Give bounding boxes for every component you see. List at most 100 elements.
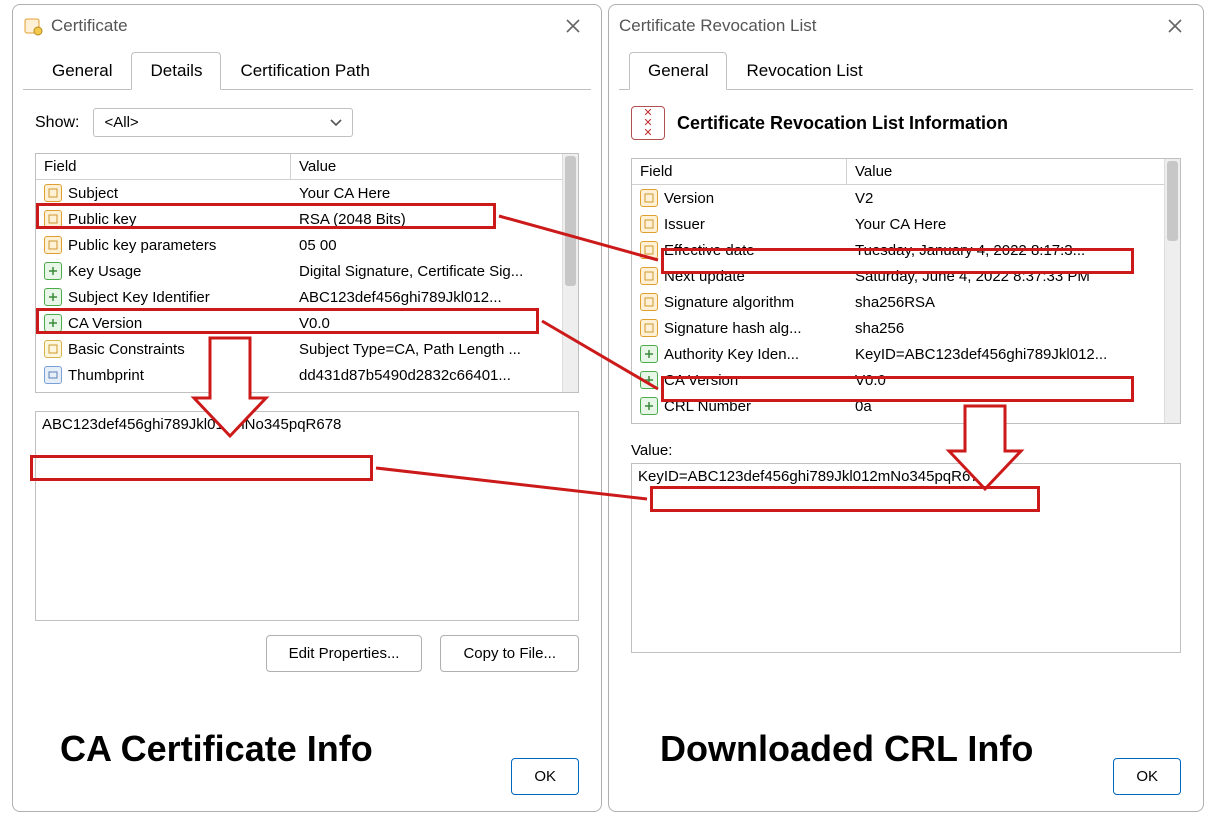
titlebar: Certificate Revocation List [609, 5, 1203, 47]
field-list[interactable]: Field Value VersionV2IssuerYour CA HereE… [631, 158, 1181, 424]
field-name: Authority Key Iden... [664, 346, 799, 363]
table-row[interactable]: Public key parameters05 00 [36, 232, 578, 258]
ok-button[interactable]: OK [511, 758, 579, 795]
table-row[interactable]: CA Version V0.0 [36, 310, 578, 336]
tab-general[interactable]: General [33, 52, 131, 90]
field-value: 05 00 [291, 233, 578, 258]
table-row[interactable]: Issuer Your CA Here [632, 211, 1180, 237]
table-row[interactable]: CRL Number0a [632, 393, 1180, 417]
chevron-down-icon [330, 114, 342, 131]
header-field[interactable]: Field [36, 154, 291, 179]
table-row[interactable]: Signature hash alg... sha256 [632, 315, 1180, 341]
table-row[interactable]: Public keyRSA (2048 Bits) [36, 206, 578, 232]
show-filter-row: Show: <All> [35, 108, 579, 137]
close-button[interactable] [553, 11, 593, 41]
field-value: Tuesday, January 4, 2022 8:17:3... [847, 238, 1180, 263]
copy-to-file-button[interactable]: Copy to File... [440, 635, 579, 672]
close-button[interactable] [1155, 11, 1195, 41]
field-type-icon [640, 189, 658, 207]
field-name: Signature algorithm [664, 294, 794, 311]
table-row[interactable]: VersionV2 [632, 185, 1180, 211]
table-row[interactable]: Subject Your CA Here [36, 180, 578, 206]
field-name: Effective date [664, 242, 755, 259]
field-value: Digital Signature, Certificate Sig... [291, 259, 578, 284]
field-type-icon [44, 184, 62, 202]
show-dropdown[interactable]: <All> [93, 108, 353, 137]
table-row[interactable]: Next update Saturday, June 4, 2022 8:37:3… [632, 263, 1180, 289]
field-type-icon [44, 288, 62, 306]
show-label: Show: [35, 114, 79, 132]
certificate-dialog: Certificate General Details Certificatio… [12, 4, 602, 812]
field-type-icon [44, 262, 62, 280]
crl-info-header: ✕✕✕ Certificate Revocation List Informat… [631, 106, 1181, 140]
tab-strip: General Revocation List [619, 51, 1193, 90]
field-name: Issuer [664, 216, 705, 233]
field-type-icon [44, 340, 62, 358]
header-value[interactable]: Value [847, 159, 1180, 184]
table-row[interactable]: Authority Key Iden... KeyID=ABC123def456g… [632, 341, 1180, 367]
list-header: Field Value [632, 159, 1180, 185]
field-type-icon [44, 314, 62, 332]
field-type-icon [44, 210, 62, 228]
scrollbar-thumb[interactable] [565, 156, 576, 286]
tab-strip: General Details Certification Path [23, 51, 591, 90]
detail-value-box[interactable]: KeyID=ABC123def456ghi789Jkl012mNo345pqR6… [631, 463, 1181, 653]
detail-value-text: KeyID=ABC123def456ghi789Jkl012mNo345pqR6… [638, 468, 987, 485]
tab-general[interactable]: General [629, 52, 727, 90]
field-value: RSA (2048 Bits) [291, 207, 578, 232]
caption-right: Downloaded CRL Info [660, 728, 1033, 770]
table-row[interactable]: Key Usage Digital Signature, Certificate … [36, 258, 578, 284]
scrollbar[interactable] [562, 154, 578, 392]
field-name: Version [664, 190, 714, 207]
crl-icon: ✕✕✕ [631, 106, 665, 140]
ok-button[interactable]: OK [1113, 758, 1181, 795]
table-row[interactable]: Subject Key Identifier ABC123def456ghi789… [36, 284, 578, 310]
tab-details[interactable]: Details [131, 52, 221, 90]
field-type-icon [640, 241, 658, 259]
field-value: sha256 [847, 316, 1180, 341]
titlebar: Certificate [13, 5, 601, 47]
field-name: Subject Key Identifier [68, 289, 210, 306]
field-name: Signature hash alg... [664, 320, 802, 337]
field-type-icon [640, 397, 658, 415]
button-row: Edit Properties... Copy to File... [35, 635, 579, 672]
certificate-icon [23, 16, 43, 36]
table-row[interactable]: Thumbprintdd431d87b5490d2832c66401... [36, 362, 578, 388]
field-type-icon [640, 345, 658, 363]
field-type-icon [640, 371, 658, 389]
field-value: ABC123def456ghi789Jkl012... [291, 285, 578, 310]
header-value[interactable]: Value [291, 154, 578, 179]
window-title: Certificate Revocation List [619, 16, 1155, 36]
scrollbar[interactable] [1164, 159, 1180, 423]
list-header: Field Value [36, 154, 578, 180]
detail-value-text: ABC123def456ghi789Jkl012mNo345pqR678 [42, 416, 341, 433]
field-value: Saturday, June 4, 2022 8:37:33 PM [847, 264, 1180, 289]
field-name: Next update [664, 268, 745, 285]
detail-value-box[interactable]: ABC123def456ghi789Jkl012mNo345pqR678 [35, 411, 579, 621]
field-value: Your CA Here [847, 212, 1180, 237]
field-name: Basic Constraints [68, 341, 185, 358]
field-type-icon [640, 215, 658, 233]
value-label: Value: [631, 442, 1181, 459]
tab-cert-path[interactable]: Certification Path [221, 52, 388, 90]
field-name: Subject [68, 185, 118, 202]
field-list[interactable]: Field Value SubjectYour CA HerePublic ke… [35, 153, 579, 393]
header-field[interactable]: Field [632, 159, 847, 184]
scrollbar-thumb[interactable] [1167, 161, 1178, 241]
field-value: Your CA Here [291, 181, 578, 206]
field-name: Key Usage [68, 263, 141, 280]
table-row[interactable]: Basic ConstraintsSubject Type=CA, Path L… [36, 336, 578, 362]
table-row[interactable]: Signature algorithmsha256RSA [632, 289, 1180, 315]
field-value: dd431d87b5490d2832c66401... [291, 363, 578, 388]
crl-dialog: Certificate Revocation List General Revo… [608, 4, 1204, 812]
field-name: CA Version [68, 315, 142, 332]
field-value: V0.0 [291, 311, 578, 336]
table-row[interactable]: CA VersionV0.0 [632, 367, 1180, 393]
edit-properties-button[interactable]: Edit Properties... [266, 635, 423, 672]
show-value: <All> [104, 114, 138, 131]
close-icon [566, 19, 580, 33]
table-row[interactable]: Effective date Tuesday, January 4, 2022 8… [632, 237, 1180, 263]
field-value: KeyID=ABC123def456ghi789Jkl012... [847, 342, 1180, 367]
tab-revocation-list[interactable]: Revocation List [727, 52, 881, 90]
field-type-icon [44, 236, 62, 254]
